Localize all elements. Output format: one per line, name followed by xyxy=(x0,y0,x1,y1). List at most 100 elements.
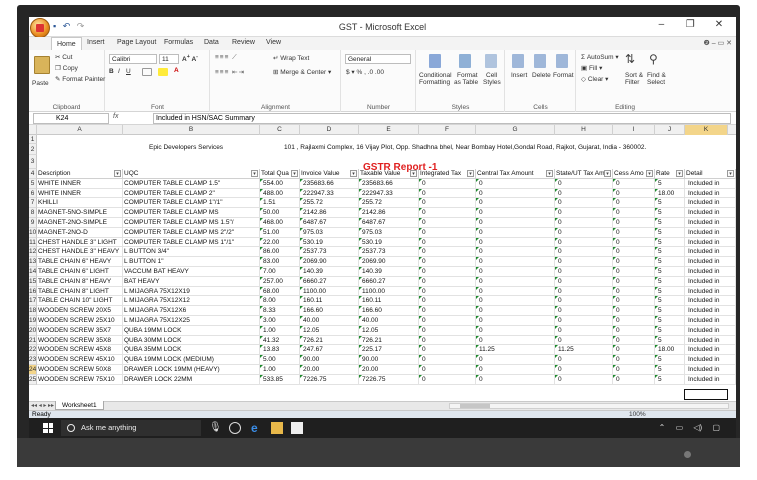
battery-icon[interactable]: ▭ xyxy=(676,423,684,432)
table-cell[interactable]: 86.00 xyxy=(260,247,300,258)
table-cell[interactable]: 0 xyxy=(476,296,555,307)
table-cell[interactable]: WOODEN SCREW 75X10 xyxy=(37,374,123,385)
table-cell[interactable]: 0 xyxy=(613,267,655,277)
table-cell[interactable]: 235683.66 xyxy=(300,178,359,189)
table-cell[interactable]: Included in xyxy=(685,247,736,258)
table-cell[interactable]: 6660.27 xyxy=(300,276,359,287)
table-cell[interactable]: COMPUTER TABLE CLAMP MS 1.5"/ xyxy=(123,218,260,228)
maximize-button[interactable]: ❐ xyxy=(677,19,703,30)
table-cell[interactable]: 0 xyxy=(476,276,555,287)
table-cell[interactable]: TABLE CHAIN 6" HEAVY xyxy=(37,257,123,267)
table-cell[interactable]: 11.25 xyxy=(555,345,613,356)
table-cell[interactable]: WOODEN SCREW 45X10 xyxy=(37,355,123,365)
table-cell[interactable]: DRAWER LOCK 22MM xyxy=(123,374,260,385)
table-cell[interactable]: 2537.73 xyxy=(359,247,419,258)
filter-dropdown-icon[interactable]: ▾ xyxy=(291,170,298,177)
table-cell[interactable]: Included in xyxy=(685,267,736,277)
clear-button[interactable]: ◇ Clear ▾ xyxy=(581,75,608,83)
table-cell[interactable]: 0 xyxy=(419,237,476,248)
table-cell[interactable]: 0 xyxy=(476,227,555,238)
taskbar-search[interactable]: Ask me anything xyxy=(61,420,201,436)
table-cell[interactable]: Included in xyxy=(685,227,736,238)
table-cell[interactable]: COMPUTER TABLE CLAMP MS 1"/1" xyxy=(123,237,260,248)
table-cell[interactable]: DRAWER LOCK 19MM (HEAVY) xyxy=(123,365,260,375)
sort-filter-button[interactable]: Sort & xyxy=(625,72,643,79)
table-cell[interactable]: 166.60 xyxy=(300,306,359,316)
table-cell[interactable]: 255.72 xyxy=(359,198,419,209)
row-header-4[interactable]: 4 xyxy=(29,169,37,179)
row-header-21[interactable]: 21 xyxy=(29,335,37,346)
table-cell[interactable]: 255.72 xyxy=(300,198,359,209)
table-cell[interactable]: 50.00 xyxy=(260,208,300,218)
header-cell[interactable]: Detail ▾ xyxy=(685,169,736,179)
table-cell[interactable]: 0 xyxy=(419,267,476,277)
table-cell[interactable]: 257.00 xyxy=(260,276,300,287)
table-cell[interactable]: 5 xyxy=(655,325,685,336)
table-cell[interactable]: 0 xyxy=(613,188,655,199)
number-format-select[interactable]: General xyxy=(345,54,411,64)
table-cell[interactable]: 0 xyxy=(419,325,476,336)
table-cell[interactable]: 22.00 xyxy=(260,237,300,248)
table-cell[interactable]: 0 xyxy=(476,198,555,209)
store-icon[interactable] xyxy=(291,422,303,434)
format-painter-button[interactable]: ✎ Format Painter xyxy=(55,75,105,83)
table-cell[interactable]: QUBA 30MM LOCK xyxy=(123,335,260,346)
column-header-b[interactable]: B xyxy=(123,125,260,135)
table-cell[interactable]: 0 xyxy=(613,237,655,248)
table-cell[interactable]: MAGNET-2NO-D xyxy=(37,227,123,238)
table-cell[interactable]: 0 xyxy=(476,267,555,277)
filter-dropdown-icon[interactable]: ▾ xyxy=(410,170,417,177)
table-cell[interactable]: 0 xyxy=(555,325,613,336)
table-cell[interactable]: 0 xyxy=(476,355,555,365)
table-cell[interactable]: 0 xyxy=(613,208,655,218)
table-cell[interactable]: 90.00 xyxy=(300,355,359,365)
sheet-nav-arrows[interactable]: ◂◂ ◂ ▸ ▸▸ xyxy=(31,402,54,409)
table-cell[interactable]: 2142.86 xyxy=(359,208,419,218)
format-table-icon[interactable] xyxy=(459,54,471,68)
table-cell[interactable]: 247.67 xyxy=(300,345,359,356)
find-select-button-line2[interactable]: Select xyxy=(647,79,665,86)
table-cell[interactable]: 0 xyxy=(613,257,655,267)
table-cell[interactable]: 0 xyxy=(555,208,613,218)
row-header-24[interactable]: 24 xyxy=(29,365,37,375)
table-cell[interactable]: 5 xyxy=(655,355,685,365)
table-cell[interactable]: 20.00 xyxy=(300,365,359,375)
delete-cells-icon[interactable] xyxy=(534,54,546,68)
grow-font-icon[interactable]: A+ A- xyxy=(182,54,198,63)
table-cell[interactable]: 0 xyxy=(419,296,476,307)
table-cell[interactable]: Included in xyxy=(685,345,736,356)
table-cell[interactable]: 0 xyxy=(419,355,476,365)
table-cell[interactable]: 41.32 xyxy=(260,335,300,346)
table-cell[interactable]: 726.21 xyxy=(300,335,359,346)
wrap-text-button[interactable]: ↵ Wrap Text xyxy=(273,54,309,62)
fill-color-icon[interactable] xyxy=(158,68,168,76)
table-cell[interactable]: 5 xyxy=(655,227,685,238)
sort-filter-icon[interactable]: ⇅ xyxy=(625,52,635,66)
row-header-1[interactable]: 1 xyxy=(29,135,37,144)
table-cell[interactable]: Included in xyxy=(685,296,736,307)
table-cell[interactable]: 222947.33 xyxy=(359,188,419,199)
tray-up-icon[interactable]: ⌃ xyxy=(659,423,666,432)
table-cell[interactable]: CHEST HANDLE 3" HEAVY xyxy=(37,247,123,258)
table-cell[interactable]: 2142.86 xyxy=(300,208,359,218)
table-cell[interactable]: 5 xyxy=(655,365,685,375)
table-cell[interactable]: 0 xyxy=(419,218,476,228)
table-cell[interactable]: 0 xyxy=(419,227,476,238)
column-header-f[interactable]: F xyxy=(419,125,476,135)
row-header-7[interactable]: 7 xyxy=(29,198,37,209)
table-cell[interactable]: 5 xyxy=(655,208,685,218)
insert-button[interactable]: Insert xyxy=(511,72,527,79)
table-cell[interactable]: 5 xyxy=(655,335,685,346)
table-cell[interactable]: 5 xyxy=(655,178,685,189)
column-header-h[interactable]: H xyxy=(555,125,613,135)
table-cell[interactable]: 0 xyxy=(419,374,476,385)
windows-start-icon[interactable] xyxy=(43,423,53,433)
column-header-c[interactable]: C xyxy=(260,125,300,135)
table-cell[interactable]: 8.00 xyxy=(260,296,300,307)
table-cell[interactable]: 1.00 xyxy=(260,365,300,375)
table-cell[interactable]: 0 xyxy=(419,178,476,189)
table-cell[interactable]: 1.00 xyxy=(260,325,300,336)
table-cell[interactable]: 0 xyxy=(555,374,613,385)
table-cell[interactable]: Included in xyxy=(685,365,736,375)
table-cell[interactable]: 554.00 xyxy=(260,178,300,189)
